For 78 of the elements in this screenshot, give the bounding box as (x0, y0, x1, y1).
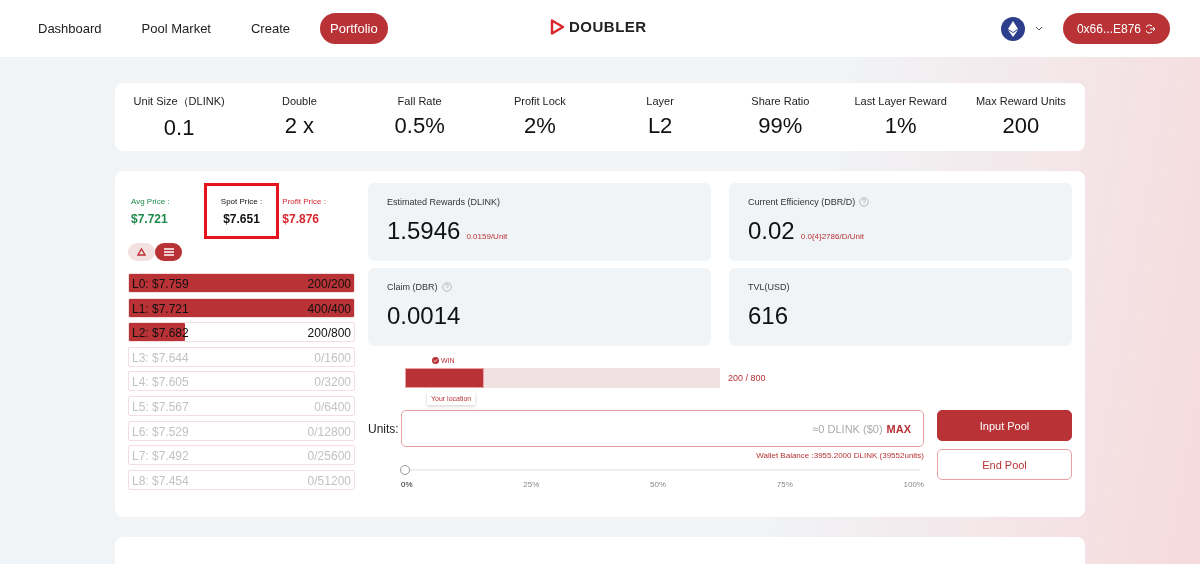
price-label: Spot Price : (220, 197, 263, 206)
layer-price: L6: $7.529 (132, 424, 189, 439)
list-icon (163, 248, 174, 256)
slider-thumb[interactable] (400, 465, 410, 475)
stat-label: Layer (646, 95, 674, 107)
layer-count: 0/51200 (307, 473, 351, 488)
list-view-button[interactable] (155, 243, 182, 261)
stat-value: 0.5% (394, 113, 445, 139)
chevron-down-icon[interactable] (1034, 26, 1043, 31)
layer-price: L7: $7.492 (132, 449, 189, 464)
metric-subvalue: 0.0{4}2786/D/Unit (800, 232, 864, 241)
metric-value: 1.5946 (387, 217, 461, 245)
stat-label: Double (281, 95, 317, 107)
nav-tab[interactable]: Create (241, 13, 300, 44)
layer-count: 0/1600 (314, 350, 351, 365)
layer-price: L0: $7.759 (132, 277, 189, 291)
max-link[interactable]: MAX (886, 422, 911, 435)
play-logo-icon (550, 18, 565, 35)
wallet-balance: Wallet Balance :3955.2000 DLINK (39552units) (756, 451, 924, 460)
metric-label: Current Efficiency (DBR/D) (748, 197, 856, 207)
stat-label: Share Ratio (751, 95, 810, 107)
layer-price: L3: $7.644 (132, 350, 189, 365)
units-input[interactable]: ≈0 DLINK ($0) MAX (401, 410, 924, 447)
stat-value: 2% (523, 113, 556, 139)
check-circle-icon (432, 357, 439, 364)
nav-tab[interactable]: Dashboard (28, 13, 112, 44)
stat-value: 0.1 (163, 114, 195, 141)
price-label: Profit Price : (282, 197, 326, 206)
stat-label: Last Layer Reward (854, 95, 947, 107)
layer-count: 0/12800 (307, 424, 351, 439)
metric-value: 0.02 (748, 217, 795, 245)
units-label: Units: (368, 421, 400, 436)
end-pool-button[interactable]: End Pool (937, 449, 1072, 480)
price-value: $7.721 (131, 212, 168, 226)
metric-label: Claim (DBR) (387, 282, 438, 292)
layer-price: L8: $7.454 (132, 473, 189, 488)
layer-count: 0/3200 (314, 375, 351, 390)
triangle-view-button[interactable] (128, 243, 155, 261)
layer-price: L5: $7.567 (132, 399, 189, 414)
metric-value: 0.0014 (387, 302, 461, 330)
nav-tab[interactable]: Portfolio (320, 13, 388, 44)
metric-label: Estimated Rewards (DLINK) (387, 197, 501, 207)
layer-count: 200/200 (307, 277, 351, 291)
layer-count: 200/800 (307, 326, 351, 341)
slider-tick-label: 50% (650, 480, 667, 489)
logo-text: DOUBLER (569, 18, 647, 35)
price-label: Avg Price : (131, 197, 170, 206)
layer-count: 0/25600 (307, 449, 351, 464)
slider-tick-label: 0% (401, 480, 413, 489)
slider-tick-label: 100% (903, 480, 924, 489)
slider-tick-label: 75% (776, 480, 793, 489)
metric-value: 616 (748, 302, 789, 330)
layer-price: L4: $7.605 (132, 375, 189, 390)
triangle-icon (137, 248, 146, 256)
slider-tick-label: 25% (523, 480, 540, 489)
stat-label: Max Reward Units (975, 95, 1066, 107)
stat-value: 200 (1002, 113, 1040, 139)
stat-value: 99% (758, 113, 803, 139)
metric-label: TVL(USD) (748, 282, 790, 292)
wallet-button[interactable]: 0x66...E876 (1062, 13, 1170, 44)
input-pool-button[interactable]: Input Pool (937, 410, 1072, 441)
stat-value: 2 x (284, 113, 315, 139)
stat-value: 1% (884, 113, 917, 139)
nav-tab[interactable]: Pool Market (131, 13, 221, 44)
layer-price: L1: $7.721 (132, 301, 189, 316)
layer-count: 400/400 (307, 301, 351, 316)
stat-label: Fall Rate (397, 95, 442, 107)
metric-subvalue: 0.0159/Unit (466, 232, 508, 241)
estimate-text: ≈0 DLINK ($0) (812, 422, 883, 435)
stat-label: Profit Lock (513, 95, 566, 107)
logout-icon (1146, 23, 1156, 34)
ethereum-icon[interactable] (1000, 16, 1025, 41)
layer-count: 0/6400 (314, 399, 351, 414)
stat-label: Unit Size（DLINK) (133, 93, 225, 109)
stat-value: L2 (647, 113, 673, 139)
price-value: $7.876 (282, 212, 320, 226)
price-value: $7.651 (223, 212, 260, 226)
progress-reading: 200 / 800 (728, 373, 766, 383)
